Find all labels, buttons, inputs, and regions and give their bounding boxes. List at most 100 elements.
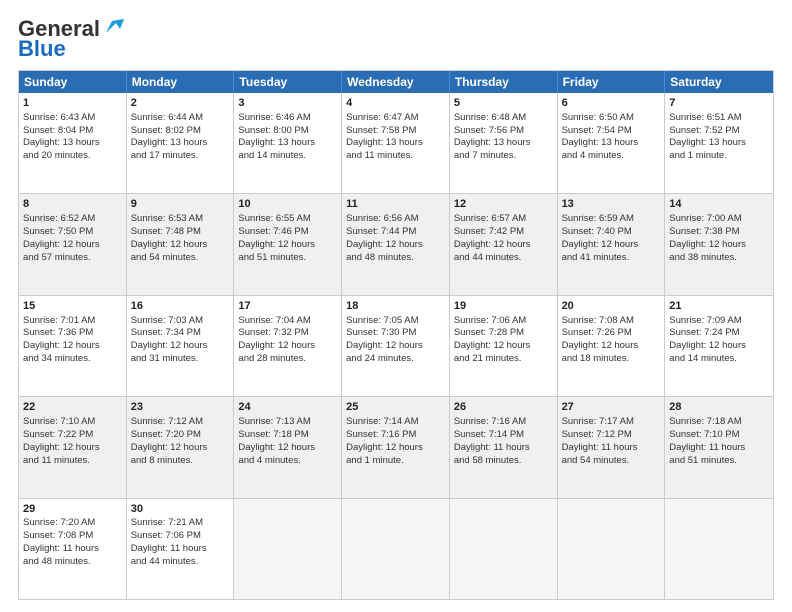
- day-number: 27: [562, 400, 661, 415]
- calendar-week-3: 15Sunrise: 7:01 AMSunset: 7:36 PM Dayligh…: [19, 295, 773, 396]
- day-info-line: and 17 minutes.: [131, 150, 230, 163]
- day-info-line: and 34 minutes.: [23, 353, 122, 366]
- day-info-line: Sunset: 7:06 PM: [131, 530, 230, 543]
- day-info-line: and 54 minutes.: [131, 252, 230, 265]
- day-info-line: Daylight: 12 hours: [238, 340, 337, 353]
- day-number: 24: [238, 400, 337, 415]
- logo-bird-icon: [102, 15, 124, 37]
- calendar-header: SundayMondayTuesdayWednesdayThursdayFrid…: [19, 71, 773, 93]
- day-number: 16: [131, 299, 230, 314]
- day-number: 14: [669, 197, 769, 212]
- day-info-line: Sunset: 7:30 PM: [346, 327, 445, 340]
- day-info-line: and 51 minutes.: [238, 252, 337, 265]
- day-info-line: Daylight: 13 hours: [562, 137, 661, 150]
- day-info-line: Daylight: 11 hours: [131, 543, 230, 556]
- day-info-line: and 21 minutes.: [454, 353, 553, 366]
- day-info-line: and 41 minutes.: [562, 252, 661, 265]
- calendar-day-17: 17Sunrise: 7:04 AMSunset: 7:32 PMDayligh…: [234, 296, 342, 396]
- day-number: 25: [346, 400, 445, 415]
- day-number: 10: [238, 197, 337, 212]
- day-info-line: Daylight: 13 hours: [23, 137, 122, 150]
- day-info-line: Sunrise: 6:51 AM: [669, 112, 769, 125]
- day-info-line: Sunrise: 7:06 AM: [454, 315, 553, 328]
- calendar-empty-cell: [450, 499, 558, 599]
- calendar-day-5: 5Sunrise: 6:48 AMSunset: 7:56 PMDaylight…: [450, 93, 558, 193]
- day-info-line: and 11 minutes.: [23, 455, 122, 468]
- day-info-line: Sunset: 7:22 PM: [23, 429, 122, 442]
- day-info-line: Daylight: 12 hours: [131, 442, 230, 455]
- day-number: 1: [23, 96, 122, 111]
- day-info-line: and 57 minutes.: [23, 252, 122, 265]
- calendar-day-28: 28Sunrise: 7:18 AMSunset: 7:10 PMDayligh…: [665, 397, 773, 497]
- day-number: 3: [238, 96, 337, 111]
- calendar-day-1: 1Sunrise: 6:43 AMSunset: 8:04 PMDaylight…: [19, 93, 127, 193]
- day-info-line: Sunset: 7:10 PM: [669, 429, 769, 442]
- calendar-day-27: 27Sunrise: 7:17 AMSunset: 7:12 PMDayligh…: [558, 397, 666, 497]
- logo: General Blue: [18, 16, 124, 62]
- calendar-day-24: 24Sunrise: 7:13 AMSunset: 7:18 PMDayligh…: [234, 397, 342, 497]
- header-day-monday: Monday: [127, 71, 235, 93]
- calendar-day-14: 14Sunrise: 7:00 AMSunset: 7:38 PMDayligh…: [665, 194, 773, 294]
- day-info-line: Sunrise: 7:05 AM: [346, 315, 445, 328]
- day-number: 21: [669, 299, 769, 314]
- day-number: 7: [669, 96, 769, 111]
- day-info-line: Sunset: 7:44 PM: [346, 226, 445, 239]
- day-info-line: Daylight: 12 hours: [454, 239, 553, 252]
- calendar-day-13: 13Sunrise: 6:59 AMSunset: 7:40 PMDayligh…: [558, 194, 666, 294]
- calendar-day-22: 22Sunrise: 7:10 AMSunset: 7:22 PMDayligh…: [19, 397, 127, 497]
- day-info-line: Sunrise: 7:14 AM: [346, 416, 445, 429]
- day-info-line: Sunset: 8:02 PM: [131, 125, 230, 138]
- calendar-day-4: 4Sunrise: 6:47 AMSunset: 7:58 PMDaylight…: [342, 93, 450, 193]
- day-info-line: and 11 minutes.: [346, 150, 445, 163]
- day-info-line: and 44 minutes.: [131, 556, 230, 569]
- day-info-line: Daylight: 11 hours: [454, 442, 553, 455]
- day-info-line: and 4 minutes.: [562, 150, 661, 163]
- calendar-day-29: 29Sunrise: 7:20 AMSunset: 7:08 PMDayligh…: [19, 499, 127, 599]
- day-info-line: Sunrise: 6:43 AM: [23, 112, 122, 125]
- calendar-empty-cell: [234, 499, 342, 599]
- day-info-line: Sunrise: 7:12 AM: [131, 416, 230, 429]
- calendar-day-30: 30Sunrise: 7:21 AMSunset: 7:06 PMDayligh…: [127, 499, 235, 599]
- day-info-line: Sunset: 7:46 PM: [238, 226, 337, 239]
- day-info-line: and 18 minutes.: [562, 353, 661, 366]
- day-info-line: Daylight: 12 hours: [562, 239, 661, 252]
- day-info-line: Sunset: 7:24 PM: [669, 327, 769, 340]
- day-info-line: Sunset: 7:34 PM: [131, 327, 230, 340]
- calendar-body: 1Sunrise: 6:43 AMSunset: 8:04 PMDaylight…: [19, 93, 773, 599]
- day-info-line: and 4 minutes.: [238, 455, 337, 468]
- day-info-line: Sunrise: 6:59 AM: [562, 213, 661, 226]
- day-info-line: Sunrise: 6:52 AM: [23, 213, 122, 226]
- day-info-line: and 38 minutes.: [669, 252, 769, 265]
- day-info-line: and 1 minute.: [346, 455, 445, 468]
- day-info-line: Sunrise: 7:01 AM: [23, 315, 122, 328]
- header-day-saturday: Saturday: [665, 71, 773, 93]
- day-number: 22: [23, 400, 122, 415]
- day-info-line: and 8 minutes.: [131, 455, 230, 468]
- day-number: 6: [562, 96, 661, 111]
- day-info-line: Sunset: 8:04 PM: [23, 125, 122, 138]
- day-info-line: Sunset: 7:28 PM: [454, 327, 553, 340]
- day-info-line: Daylight: 11 hours: [562, 442, 661, 455]
- day-info-line: Sunset: 7:36 PM: [23, 327, 122, 340]
- day-info-line: Daylight: 12 hours: [23, 239, 122, 252]
- calendar-day-25: 25Sunrise: 7:14 AMSunset: 7:16 PMDayligh…: [342, 397, 450, 497]
- header-day-sunday: Sunday: [19, 71, 127, 93]
- day-number: 15: [23, 299, 122, 314]
- calendar-day-20: 20Sunrise: 7:08 AMSunset: 7:26 PMDayligh…: [558, 296, 666, 396]
- day-info-line: Daylight: 13 hours: [346, 137, 445, 150]
- header-day-friday: Friday: [558, 71, 666, 93]
- day-info-line: Sunset: 7:38 PM: [669, 226, 769, 239]
- calendar-day-6: 6Sunrise: 6:50 AMSunset: 7:54 PMDaylight…: [558, 93, 666, 193]
- day-number: 8: [23, 197, 122, 212]
- header-day-thursday: Thursday: [450, 71, 558, 93]
- day-number: 18: [346, 299, 445, 314]
- day-info-line: Daylight: 12 hours: [238, 239, 337, 252]
- day-info-line: Daylight: 12 hours: [23, 442, 122, 455]
- header-day-wednesday: Wednesday: [342, 71, 450, 93]
- day-number: 13: [562, 197, 661, 212]
- calendar-day-19: 19Sunrise: 7:06 AMSunset: 7:28 PMDayligh…: [450, 296, 558, 396]
- day-info-line: and 51 minutes.: [669, 455, 769, 468]
- day-info-line: Sunset: 7:50 PM: [23, 226, 122, 239]
- day-info-line: Daylight: 11 hours: [669, 442, 769, 455]
- day-info-line: Sunset: 7:16 PM: [346, 429, 445, 442]
